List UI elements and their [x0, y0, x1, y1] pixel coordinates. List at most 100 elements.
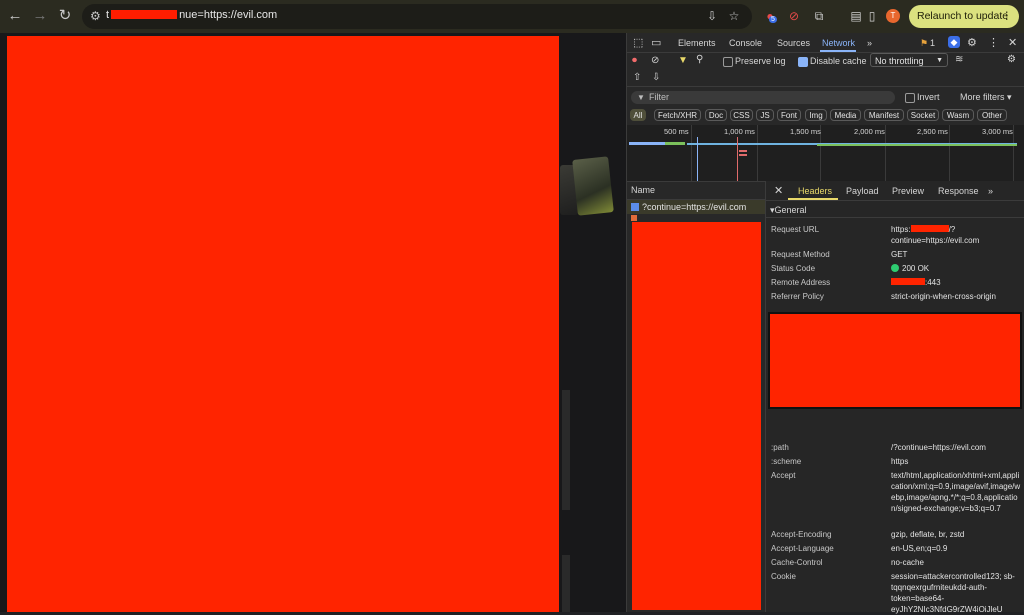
status-code-value: 200 OK — [891, 263, 1021, 274]
section-general[interactable]: ▾General — [770, 205, 807, 216]
settings-gear-icon[interactable]: ⚙ — [967, 36, 977, 49]
preserve-log-checkbox[interactable] — [723, 57, 733, 67]
filter-chip-manifest[interactable]: Manifest — [864, 109, 904, 121]
page-scrollbar[interactable] — [562, 555, 570, 612]
tab-response[interactable]: Response — [938, 186, 979, 196]
media-controls-icon[interactable]: ▤ — [848, 8, 864, 24]
tab-elements[interactable]: Elements — [678, 38, 716, 48]
throttling-select[interactable]: No throttling ▼ — [870, 53, 948, 67]
tab-console[interactable]: Console — [729, 38, 762, 48]
address-bar[interactable]: ⚙ t nue=https://evil.com — [82, 4, 752, 29]
header-key: Accept-Encoding — [771, 530, 832, 539]
header-key: Request Method — [771, 250, 830, 259]
timeline-tick: 1,500 ms — [790, 127, 821, 136]
extension-badge-count: 5 — [769, 16, 777, 23]
filter-chip-wasm[interactable]: Wasm — [942, 109, 974, 121]
filter-input[interactable]: ▼ Filter — [631, 91, 895, 104]
devtools-panel: ⬚ ▭ Elements Console Sources Network » ⚑… — [626, 33, 1024, 614]
header-value: https — [891, 457, 909, 466]
filter-chip-socket[interactable]: Socket — [907, 109, 939, 121]
tab-headers[interactable]: Headers — [798, 186, 832, 196]
issues-flag-icon[interactable]: ⚑ — [920, 38, 928, 49]
divider — [627, 52, 1024, 53]
close-details-icon[interactable]: ✕ — [774, 184, 783, 197]
grid-line — [885, 125, 886, 181]
redacted-ip — [891, 278, 925, 285]
filter-chip-other[interactable]: Other — [977, 109, 1007, 121]
filter-chip-css[interactable]: CSS — [730, 109, 753, 121]
record-stop-icon[interactable]: ⏺ — [632, 55, 637, 66]
timeline-tick: 1,000 ms — [724, 127, 755, 136]
inspect-element-icon[interactable]: ⬚ — [633, 36, 643, 49]
throttling-value: No throttling — [875, 56, 924, 66]
timeline-bar — [817, 144, 1017, 146]
redacted-response-headers — [768, 312, 1022, 409]
disable-cache-checkbox[interactable] — [798, 57, 808, 67]
site-info-icon[interactable]: ⚙ — [90, 9, 101, 23]
more-tabs-icon[interactable]: » — [988, 186, 993, 196]
tab-sources[interactable]: Sources — [777, 38, 810, 48]
header-value: en-US,en;q=0.9 — [891, 544, 948, 553]
url-suffix: nue=https://evil.com — [179, 9, 278, 21]
forward-icon[interactable]: → — [31, 7, 49, 25]
redacted-host — [910, 225, 949, 232]
filter-funnel-icon[interactable]: ▼ — [678, 55, 688, 66]
url-prefix: t — [106, 9, 110, 21]
filter-chip-img[interactable]: Img — [805, 109, 827, 121]
header-key: Cookie — [771, 572, 796, 581]
more-filters-button[interactable]: More filters ▾ — [960, 92, 1012, 103]
document-icon — [631, 203, 639, 211]
side-panel-icon[interactable]: ▯ — [864, 8, 880, 24]
filter-chip-font[interactable]: Font — [777, 109, 801, 121]
clear-log-icon[interactable]: ⊘ — [651, 55, 659, 66]
header-key: Cache-Control — [771, 558, 823, 567]
filter-chip-js[interactable]: JS — [756, 109, 774, 121]
network-settings-icon[interactable]: ⚙ — [1007, 54, 1016, 65]
export-har-icon[interactable]: ⇩ — [652, 72, 660, 83]
header-value: https:/?continue=https://evil.com — [891, 224, 1021, 246]
filter-chip-fetch-xhr[interactable]: Fetch/XHR — [654, 109, 701, 121]
device-toolbar-icon[interactable]: ▭ — [651, 36, 661, 49]
dom-content-loaded-marker — [697, 137, 698, 181]
invert-label: Invert — [917, 92, 940, 102]
reload-icon[interactable]: ↻ — [56, 7, 74, 25]
extensions-puzzle-icon[interactable]: ⧉ — [811, 8, 827, 24]
timeline-tick: 500 ms — [664, 127, 689, 136]
filter-chip-media[interactable]: Media — [830, 109, 861, 121]
more-tabs-icon[interactable]: » — [867, 38, 872, 48]
privacy-extension-icon[interactable]: ⊘ — [786, 8, 802, 24]
import-har-icon[interactable]: ⇧ — [633, 72, 641, 83]
header-value: GET — [891, 250, 908, 259]
header-value: no-cache — [891, 558, 924, 567]
url-text[interactable]: t nue=https://evil.com — [106, 9, 277, 21]
header-key: :scheme — [771, 457, 802, 466]
devtools-menu-icon[interactable]: ⋮ — [988, 36, 999, 49]
ai-assistance-icon[interactable]: ◆ — [948, 36, 960, 48]
timeline-bar — [665, 142, 685, 145]
menu-kebab-icon: ⋮ — [1001, 10, 1013, 22]
profile-avatar[interactable]: T — [886, 9, 900, 23]
tab-preview[interactable]: Preview — [892, 186, 924, 196]
timeline-tick: 2,000 ms — [854, 127, 885, 136]
tab-payload[interactable]: Payload — [846, 186, 879, 196]
back-icon[interactable]: ← — [6, 7, 24, 25]
invert-checkbox[interactable] — [905, 93, 915, 103]
network-conditions-icon[interactable]: ≋ — [955, 54, 963, 65]
search-icon[interactable]: ⚲ — [696, 54, 703, 65]
close-devtools-icon[interactable]: ✕ — [1008, 36, 1017, 49]
request-row-selected[interactable]: ?continue=https://evil.com — [627, 200, 765, 214]
bookmark-star-icon[interactable]: ☆ — [726, 8, 742, 24]
relaunch-button[interactable]: Relaunch to update ⋮ — [909, 5, 1019, 28]
filter-chip-all[interactable]: All — [630, 109, 646, 121]
timeline-tick: 2,500 ms — [917, 127, 948, 136]
column-header-name[interactable]: Name — [627, 181, 769, 199]
request-name: ?continue=https://evil.com — [642, 202, 747, 212]
filter-chip-doc[interactable]: Doc — [705, 109, 727, 121]
relaunch-label: Relaunch to update — [917, 10, 1009, 22]
status-text: 200 OK — [902, 264, 930, 273]
timeline-tick: 3,000 ms — [982, 127, 1013, 136]
network-overview-timeline[interactable]: 500 ms 1,000 ms 1,500 ms 2,000 ms 2,500 … — [627, 125, 1024, 181]
install-app-icon[interactable]: ⇩ — [704, 8, 720, 24]
tab-network[interactable]: Network — [822, 38, 855, 48]
page-scrollbar[interactable] — [562, 390, 570, 510]
